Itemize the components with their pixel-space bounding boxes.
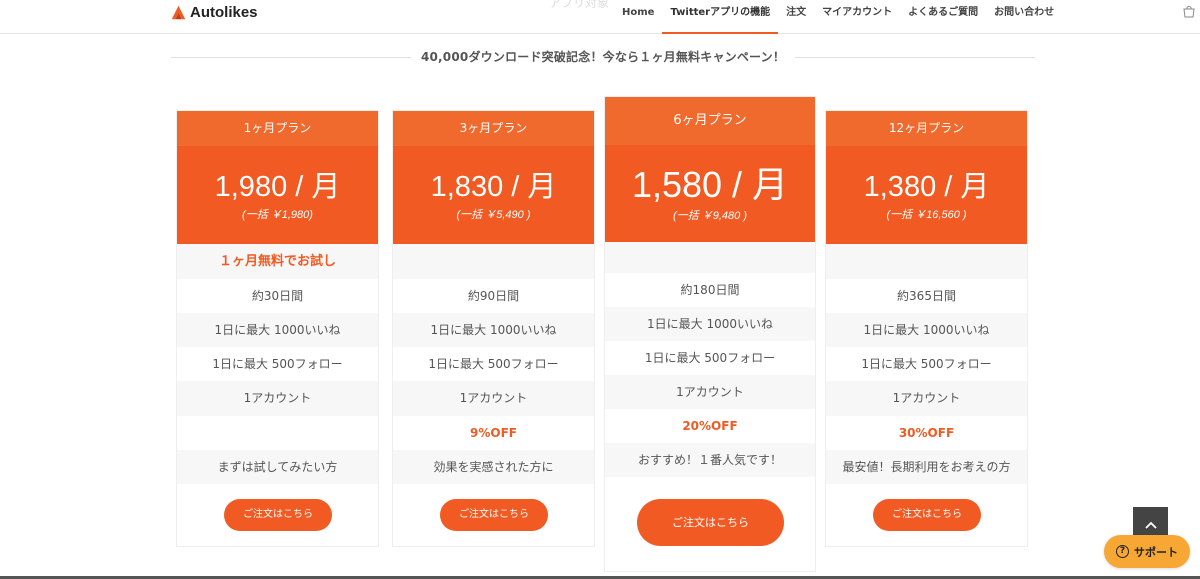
campaign-text: 40,000ダウンロード突破記念！今なら１ヶ月無料キャンペーン！ (410, 50, 796, 64)
plan-likes: 1日に最大 1000いいね (393, 313, 594, 347)
plan-card-12month: 12ヶ月プラン 1,380 / 月 (一括 ￥16,560 ) 約365日間 1… (825, 110, 1028, 547)
logo-text: Autolikes (190, 4, 258, 21)
autolikes-logo-icon (171, 5, 186, 20)
nav-contact[interactable]: お問い合わせ (986, 0, 1062, 34)
plan-target: 効果を実感された方に (393, 450, 594, 484)
plan-target: 最安値！長期利用をお考えの方 (826, 450, 1027, 484)
plan-follows: 1日に最大 500フォロー (644, 351, 776, 365)
nav-home[interactable]: Home (614, 0, 662, 34)
nav-faq[interactable]: よくあるご質問 (900, 0, 986, 34)
plan-discount: 20%OFF (682, 419, 738, 433)
plan-likes: 1日に最大 1000いいね (605, 307, 815, 341)
plan-price-box: 1,830 / 月 (一括 ￥5,490 ) (393, 146, 594, 244)
plan-accounts: 1アカウント (177, 381, 378, 416)
nav-my-account[interactable]: マイアカウント (814, 0, 900, 34)
plan-follows: 1日に最大 500フォロー (212, 357, 343, 371)
plan-price-box: 1,380 / 月 (一括 ￥16,560 ) (826, 146, 1027, 244)
plan-name: 3ヶ月プラン (393, 111, 594, 146)
plan-price: 1,830 / 月 (430, 171, 557, 203)
plan-target: まずは試してみたい方 (177, 450, 378, 484)
plan-total: (一括 ￥5,490 ) (456, 209, 531, 221)
plan-accounts: 1アカウント (826, 381, 1027, 416)
order-button[interactable]: ご注文はこちら (873, 499, 981, 531)
plan-duration: 約90日間 (467, 289, 520, 303)
plan-target: おすすめ！１番人気です！ (605, 443, 815, 477)
plan-follows: 1日に最大 500フォロー (428, 357, 559, 371)
plan-duration: 約30日間 (251, 289, 304, 303)
plan-duration: 約180日間 (680, 283, 740, 297)
plan-follows: 1日に最大 500フォロー (861, 357, 992, 371)
plan-duration: 約365日間 (897, 289, 956, 303)
main-nav: Home Twitterアプリの機能 注文 マイアカウント よくあるご質問 お問… (614, 0, 1062, 34)
question-icon: ? (1116, 545, 1129, 558)
plan-promo: １ヶ月無料でお試し (177, 244, 378, 279)
plan-discount (177, 416, 378, 450)
plan-name: 1ヶ月プラン (177, 111, 378, 146)
plan-price: 1,980 / 月 (214, 171, 341, 203)
plan-total: (一括 ￥9,480 ) (673, 210, 747, 222)
plan-accounts: 1アカウント (393, 381, 594, 416)
site-header: Autolikes アプリ対象 Home Twitterアプリの機能 注文 マイ… (0, 0, 1200, 34)
plan-accounts: 1アカウント (605, 375, 815, 409)
order-button[interactable]: ご注文はこちら (224, 499, 332, 531)
plan-card-3month: 3ヶ月プラン 1,830 / 月 (一括 ￥5,490 ) 約90日間 1日に最… (392, 110, 595, 547)
plan-promo (605, 242, 815, 273)
support-label: サポート (1134, 545, 1178, 559)
chevron-up-icon (1144, 521, 1157, 529)
order-button[interactable]: ご注文はこちら (440, 499, 548, 531)
plan-promo (826, 244, 1027, 279)
order-button-featured[interactable]: ご注文はこちら (637, 499, 784, 546)
plan-discount: 9%OFF (470, 426, 517, 440)
plan-total: (一括 ￥1,980) (242, 209, 313, 221)
plan-card-1month: 1ヶ月プラン 1,980 / 月 (一括 ￥1,980) １ヶ月無料でお試し 約… (176, 110, 379, 547)
plan-discount: 30%OFF (898, 426, 955, 440)
plan-price: 1,380 / 月 (863, 171, 990, 203)
plan-name: 12ヶ月プラン (826, 111, 1027, 146)
plan-price-box: 1,580 / 月 (一括 ￥9,480 ) (605, 145, 815, 242)
campaign-banner: 40,000ダウンロード突破記念！今なら１ヶ月無料キャンペーン！ (171, 47, 1035, 67)
plan-total: (一括 ￥16,560 ) (886, 209, 967, 221)
plan-price-box: 1,980 / 月 (一括 ￥1,980) (177, 146, 378, 244)
plan-likes: 1日に最大 1000いいね (826, 313, 1027, 347)
ghost-heading: アプリ対象 (549, 0, 610, 10)
cart-icon[interactable] (1183, 5, 1195, 18)
plan-price: 1,580 / 月 (631, 164, 789, 205)
support-button[interactable]: ? サポート (1104, 535, 1190, 568)
plan-name: 6ヶ月プラン (605, 97, 815, 145)
nav-order[interactable]: 注文 (778, 0, 814, 34)
plan-promo (393, 244, 594, 279)
nav-twitter-features[interactable]: Twitterアプリの機能 (662, 0, 778, 34)
plan-card-6month: 6ヶ月プラン 1,580 / 月 (一括 ￥9,480 ) 約180日間 1日に… (604, 96, 816, 572)
logo[interactable]: Autolikes (171, 4, 258, 21)
plan-likes: 1日に最大 1000いいね (177, 313, 378, 347)
